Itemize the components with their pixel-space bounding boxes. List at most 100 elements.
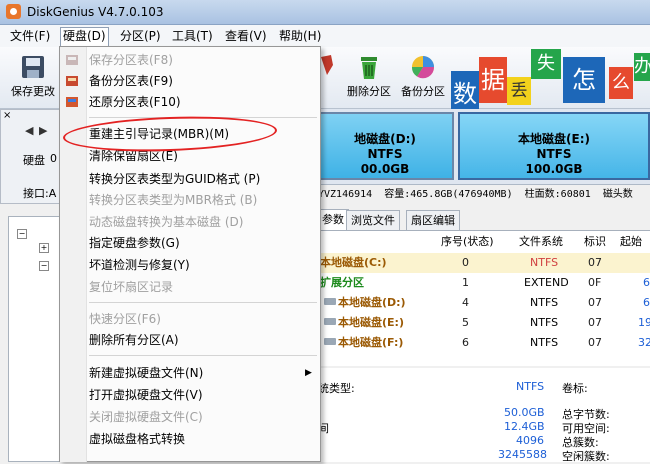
menu-file[interactable]: 文件(F) [8,28,52,44]
menu-item-convert-to-mbr[interactable]: 转换分区表类型为MBR格式 (B) [89,190,257,210]
partition-name: 本地磁盘(D:) [338,296,406,309]
partition-id: 07 [588,316,602,329]
partition-block-d[interactable]: 地磁盘(D:) NTFS 00.0GB [318,112,454,180]
banner-char: 办 [634,53,650,81]
partition-block-e[interactable]: 本地磁盘(E:) NTFS 100.0GB [458,112,650,180]
menu-help[interactable]: 帮助(H) [277,28,323,44]
partition-name: 本地磁盘(F:) [338,336,404,349]
banner-char: 么 [609,67,633,99]
menu-item-quick-partition[interactable]: 快速分区(F6) [89,309,161,329]
detail-value: 4096 [516,434,544,447]
partition-id: 07 [588,296,602,309]
menu-item-open-virtual-disk[interactable]: 打开虚拟硬盘文件(V) [89,385,203,405]
backup-partition-label: 备份分区 [401,85,445,98]
partition-e-name: 本地磁盘(E:) [518,132,590,146]
menu-view[interactable]: 查看(V) [223,28,269,44]
partition-drive-icon [324,293,336,313]
partition-fs: NTFS [530,296,559,309]
menu-separator [89,302,317,303]
partition-id: 0F [588,276,602,289]
tab-sector-edit[interactable]: 扇区编辑 [406,210,460,230]
menu-item-bad-sector-check[interactable]: 坏道检测与修复(Y) [89,255,190,275]
tree-collapse-icon[interactable]: − [39,261,49,271]
menu-partition[interactable]: 分区(P) [118,28,163,44]
save-changes-button[interactable]: 保存更改 [6,51,60,106]
menu-disk[interactable]: 硬盘(D) [60,27,109,47]
menu-item-new-virtual-disk[interactable]: 新建虚拟硬盘文件(N) [89,363,203,383]
partition-start: 6 [643,276,650,289]
cylinders-label: 柱面数: [524,189,561,200]
partition-fs: EXTEND [524,276,569,289]
partition-fs: NTFS [530,316,559,329]
title-bar: DiskGenius V4.7.0.103 [0,0,650,25]
capacity-label: 容量: [384,189,411,200]
table-row[interactable]: 本地磁盘(E:) 5 NTFS 07 19 [318,313,650,333]
disk-tree[interactable]: − + − [8,216,64,462]
menu-item-specify-disk-params[interactable]: 指定硬盘参数(G) [89,233,180,253]
backup-partition-button[interactable]: 备份分区 [396,51,450,106]
disk-label: 硬盘 [23,154,45,167]
tree-expand-icon[interactable]: + [39,243,49,253]
detail-value: 50.0GB [504,406,545,419]
partition-id: 07 [588,336,602,349]
partition-name: 本地磁盘(E:) [338,316,404,329]
tree-collapse-icon[interactable]: − [17,229,27,239]
menu-item-restore-partition-table[interactable]: 还原分区表(F10) [89,92,181,112]
partial-tool-icon [319,53,337,77]
partition-d-size: 00.0GB [360,162,410,176]
banner-char: 失 [531,49,561,79]
next-disk-button[interactable]: ▶ [39,124,47,137]
partition-index: 0 [462,256,469,269]
partition-fs: NTFS [530,256,559,269]
menu-icon-gutter [60,47,87,462]
volume-label: 卷标: [562,382,588,395]
partition-name: 本地磁盘(C:) [320,256,387,269]
partition-start: 19 [638,316,650,329]
heads-label: 磁头数 [602,189,633,200]
partition-name: 扩展分区 [320,276,364,289]
menu-item-backup-partition-table[interactable]: 备份分区表(F9) [89,71,173,91]
partition-index: 1 [462,276,469,289]
column-header-start[interactable]: 起始柱 [620,232,650,268]
column-header-id[interactable]: 标识 [584,232,606,252]
window-title: DiskGenius V4.7.0.103 [27,5,164,19]
table-row[interactable]: 本地磁盘(D:) 4 NTFS 07 6 [318,293,650,313]
disk-serial: YVZ146914 [318,189,373,200]
app-icon [6,4,21,19]
menu-item-reset-bad-sector-log[interactable]: 复位坏扇区记录 [89,277,173,297]
menu-bar: 文件(F) 硬盘(D) 分区(P) 工具(T) 查看(V) 帮助(H) [0,25,650,48]
tab-parameters[interactable]: 参数 [318,209,349,230]
tab-browse-files[interactable]: 浏览文件 [346,210,400,230]
menu-item-dynamic-to-basic[interactable]: 动态磁盘转换为基本磁盘 (D) [89,212,243,232]
column-header-index[interactable]: 序号(状态) [441,232,494,252]
partition-fs: NTFS [530,336,559,349]
trash-icon [361,57,377,79]
menu-item-close-virtual-disk[interactable]: 关闭虚拟硬盘文件(C) [89,407,203,427]
banner-char: 丢 [507,77,531,105]
submenu-arrow-icon: ▶ [305,368,312,378]
menu-item-delete-all-partitions[interactable]: 删除所有分区(A) [89,330,179,350]
partition-d-name: 地磁盘(D:) [354,132,416,146]
table-row[interactable]: 本地磁盘(C:) 0 NTFS 07 [318,253,650,273]
save-table-icon [65,53,79,67]
restore-table-icon [65,95,79,109]
save-changes-label: 保存更改 [11,85,55,98]
column-header-filesystem[interactable]: 文件系统 [519,232,563,252]
table-row[interactable]: 扩展分区 1 EXTEND 0F 6 [318,273,650,293]
menu-tools[interactable]: 工具(T) [170,28,215,44]
partition-index: 6 [462,336,469,349]
partition-e-size: 100.0GB [525,162,583,176]
prev-disk-button[interactable]: ◀ [25,124,33,137]
fs-type-label: 统类型: [318,382,355,395]
delete-partition-button[interactable]: 删除分区 [342,51,396,106]
menu-item-save-partition-table[interactable]: 保存分区表(F8) [89,50,173,70]
menu-item-convert-to-guid[interactable]: 转换分区表类型为GUID格式 (P) [89,169,260,189]
menu-separator [89,355,317,356]
partition-e-fs: NTFS [536,147,572,161]
partition-drive-icon [324,313,336,333]
close-icon[interactable]: × [3,110,11,121]
table-row[interactable]: 本地磁盘(F:) 6 NTFS 07 32 [318,333,650,353]
menu-item-virtual-disk-convert[interactable]: 虚拟磁盘格式转换 [89,429,185,449]
partition-d-fs: NTFS [367,147,403,161]
partition-drive-icon [324,333,336,353]
